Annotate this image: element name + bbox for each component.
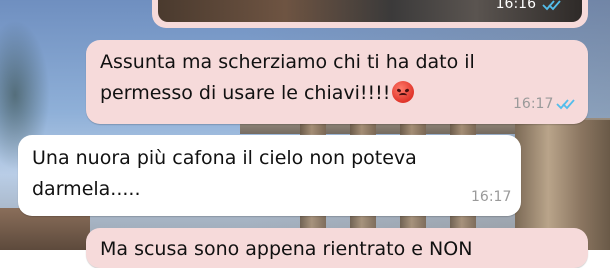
message-time: 16:16 — [495, 0, 536, 12]
message-text: Assunta ma scherziamo chi ti ha dato il … — [100, 47, 475, 109]
read-ticks-icon — [556, 99, 575, 110]
message-line: darmela..... — [32, 178, 141, 200]
message-time: 16:17 — [513, 96, 554, 112]
message-line: Ma scusa sono appena rientrato e NON — [100, 238, 473, 260]
message-line: permesso di usare le chiavi!!!! — [100, 82, 391, 104]
read-ticks-icon — [542, 0, 561, 11]
message-time: 16:17 — [471, 189, 512, 205]
message-text: Una nuora più cafona il cielo non poteva… — [32, 143, 417, 205]
incoming-message-bubble[interactable]: Una nuora più cafona il cielo non poteva… — [18, 135, 521, 216]
outgoing-message-bubble[interactable]: Assunta ma scherziamo chi ti ha dato il … — [86, 40, 588, 124]
image-message-bubble[interactable]: 16:16 — [152, 0, 588, 28]
image-thumbnail[interactable]: 16:16 — [158, 0, 582, 22]
angry-face-icon — [392, 81, 415, 103]
message-line: Assunta ma scherziamo chi ti ha dato il — [100, 51, 475, 73]
outgoing-message-bubble[interactable]: Ma scusa sono appena rientrato e NON — [86, 228, 588, 268]
message-line: Una nuora più cafona il cielo non poteva — [32, 147, 417, 169]
